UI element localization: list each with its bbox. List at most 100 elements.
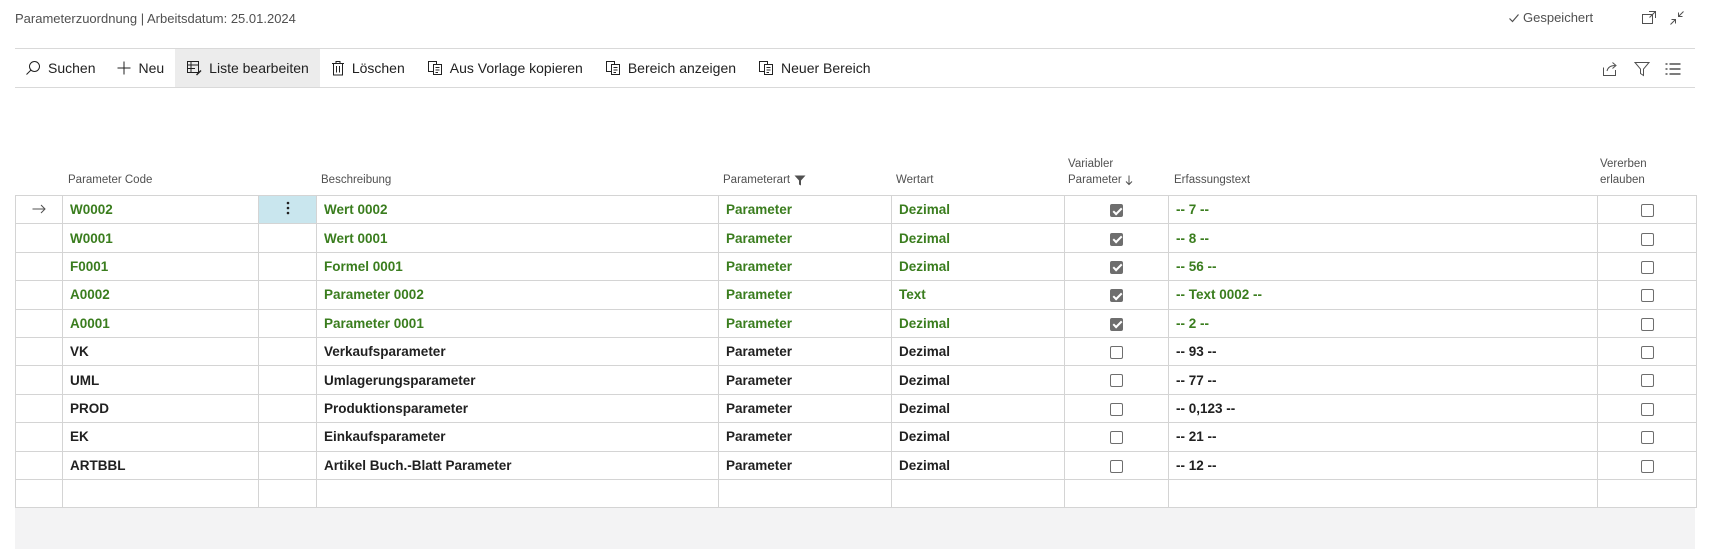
cell-description[interactable]: Parameter 0001: [316, 308, 719, 338]
empty-cell[interactable]: [718, 478, 892, 509]
column-header-param-type[interactable]: Parameterart: [723, 172, 806, 188]
cell-description[interactable]: Artikel Buch.-Blatt Parameter: [316, 450, 719, 480]
table-row[interactable]: VK Verkaufsparameter Parameter Dezimal -- 93…: [15, 336, 1697, 367]
table-row[interactable]: PROD Produktionsparameter Parameter Dezimal…: [15, 393, 1697, 424]
empty-cell[interactable]: [1597, 478, 1697, 509]
cell-description[interactable]: Formel 0001: [316, 251, 719, 282]
row-selector[interactable]: [15, 194, 63, 225]
cell-param-type[interactable]: Parameter: [718, 308, 892, 338]
row-selector[interactable]: [15, 280, 63, 310]
variable-checkbox[interactable]: [1110, 317, 1123, 331]
empty-cell[interactable]: [258, 478, 317, 509]
cell-entry-text[interactable]: -- 7 --: [1168, 194, 1598, 225]
empty-cell[interactable]: [1064, 478, 1169, 509]
row-menu-cell[interactable]: [258, 194, 317, 225]
table-row[interactable]: W0001 Wert 0001 Parameter Dezimal -- 8 --: [15, 223, 1697, 253]
inherit-checkbox[interactable]: [1640, 431, 1654, 445]
table-row[interactable]: EK Einkaufsparameter Parameter Dezimal -- 21…: [15, 422, 1697, 452]
empty-cell[interactable]: [15, 478, 63, 509]
cell-value-type[interactable]: Dezimal: [891, 194, 1065, 225]
variable-checkbox[interactable]: [1110, 289, 1123, 303]
row-menu-cell[interactable]: [258, 450, 317, 480]
inherit-checkbox[interactable]: [1640, 317, 1654, 331]
inherit-checkbox[interactable]: [1640, 374, 1654, 388]
collapse-icon[interactable]: [1668, 9, 1686, 27]
table-row[interactable]: F0001 Formel 0001 Parameter Dezimal -- 56 --: [15, 251, 1697, 282]
row-selector[interactable]: [15, 450, 63, 480]
cell-entry-text[interactable]: -- 0,123 --: [1168, 393, 1598, 424]
new-row[interactable]: [15, 478, 1697, 509]
column-header-description[interactable]: Beschreibung: [321, 172, 391, 188]
cell-description[interactable]: Wert 0001: [316, 223, 719, 253]
variable-checkbox[interactable]: [1110, 374, 1123, 388]
cell-code[interactable]: A0002: [62, 280, 259, 310]
cell-value-type[interactable]: Dezimal: [891, 336, 1065, 367]
row-menu-cell[interactable]: [258, 422, 317, 452]
share-icon[interactable]: [1601, 60, 1619, 78]
row-menu-cell[interactable]: [258, 308, 317, 338]
cell-param-type[interactable]: Parameter: [718, 194, 892, 225]
table-row[interactable]: ARTBBL Artikel Buch.-Blatt Parameter Param…: [15, 450, 1697, 480]
cell-description[interactable]: Verkaufsparameter: [316, 336, 719, 367]
row-selector[interactable]: [15, 336, 63, 367]
cell-code[interactable]: PROD: [62, 393, 259, 424]
cell-entry-text[interactable]: -- 8 --: [1168, 223, 1598, 253]
search-button[interactable]: Suchen: [15, 49, 106, 87]
cell-code[interactable]: F0001: [62, 251, 259, 282]
table-row[interactable]: A0001 Parameter 0001 Parameter Dezimal -- 2 …: [15, 308, 1697, 338]
cell-entry-text[interactable]: -- 77 --: [1168, 365, 1598, 395]
copy-from-template-button[interactable]: Aus Vorlage kopieren: [416, 49, 594, 87]
cell-value-type[interactable]: Dezimal: [891, 450, 1065, 480]
cell-param-type[interactable]: Parameter: [718, 393, 892, 424]
row-menu-cell[interactable]: [258, 251, 317, 282]
row-selector[interactable]: [15, 365, 63, 395]
row-menu-cell[interactable]: [258, 393, 317, 424]
cell-description[interactable]: Einkaufsparameter: [316, 422, 719, 452]
new-range-button[interactable]: Neuer Bereich: [747, 49, 882, 87]
column-header-value-type[interactable]: Wertart: [896, 172, 934, 188]
variable-checkbox[interactable]: [1110, 431, 1123, 445]
edit-list-button[interactable]: Liste bearbeiten: [175, 49, 320, 87]
table-row[interactable]: UML Umlagerungsparameter Parameter Dezimal -…: [15, 365, 1697, 395]
inherit-checkbox[interactable]: [1640, 346, 1654, 360]
cell-entry-text[interactable]: -- Text 0002 --: [1168, 280, 1598, 310]
cell-code[interactable]: A0001: [62, 308, 259, 338]
cell-code[interactable]: W0002: [62, 194, 259, 225]
inherit-checkbox[interactable]: [1640, 289, 1654, 303]
row-selector[interactable]: [15, 422, 63, 452]
vertical-dots-icon[interactable]: [286, 201, 290, 215]
cell-code[interactable]: ARTBBL: [62, 450, 259, 480]
cell-description[interactable]: Parameter 0002: [316, 280, 719, 310]
row-menu-cell[interactable]: [258, 365, 317, 395]
table-row[interactable]: A0002 Parameter 0002 Parameter Text -- Text …: [15, 280, 1697, 310]
new-button[interactable]: Neu: [106, 49, 175, 87]
inherit-checkbox[interactable]: [1640, 402, 1654, 416]
filter-icon[interactable]: [1633, 60, 1651, 78]
variable-checkbox[interactable]: [1110, 260, 1123, 274]
inherit-checkbox[interactable]: [1640, 459, 1654, 473]
open-new-window-icon[interactable]: [1640, 9, 1658, 27]
cell-description[interactable]: Umlagerungsparameter: [316, 365, 719, 395]
cell-param-type[interactable]: Parameter: [718, 223, 892, 253]
cell-value-type[interactable]: Dezimal: [891, 308, 1065, 338]
variable-checkbox[interactable]: [1110, 402, 1123, 416]
cell-param-type[interactable]: Parameter: [718, 450, 892, 480]
column-header-entry-text[interactable]: Erfassungstext: [1174, 172, 1250, 188]
variable-checkbox[interactable]: [1110, 232, 1123, 246]
cell-code[interactable]: EK: [62, 422, 259, 452]
cell-value-type[interactable]: Dezimal: [891, 365, 1065, 395]
cell-param-type[interactable]: Parameter: [718, 251, 892, 282]
variable-checkbox[interactable]: [1110, 346, 1123, 360]
cell-code[interactable]: UML: [62, 365, 259, 395]
cell-description[interactable]: Produktionsparameter: [316, 393, 719, 424]
row-selector[interactable]: [15, 393, 63, 424]
column-header-variable[interactable]: Variabler Parameter: [1068, 156, 1133, 188]
cell-entry-text[interactable]: -- 21 --: [1168, 422, 1598, 452]
empty-cell[interactable]: [1168, 478, 1598, 509]
empty-cell[interactable]: [62, 478, 259, 509]
empty-cell[interactable]: [891, 478, 1065, 509]
cell-entry-text[interactable]: -- 12 --: [1168, 450, 1598, 480]
delete-button[interactable]: Löschen: [320, 49, 416, 87]
row-selector[interactable]: [15, 308, 63, 338]
cell-value-type[interactable]: Dezimal: [891, 422, 1065, 452]
